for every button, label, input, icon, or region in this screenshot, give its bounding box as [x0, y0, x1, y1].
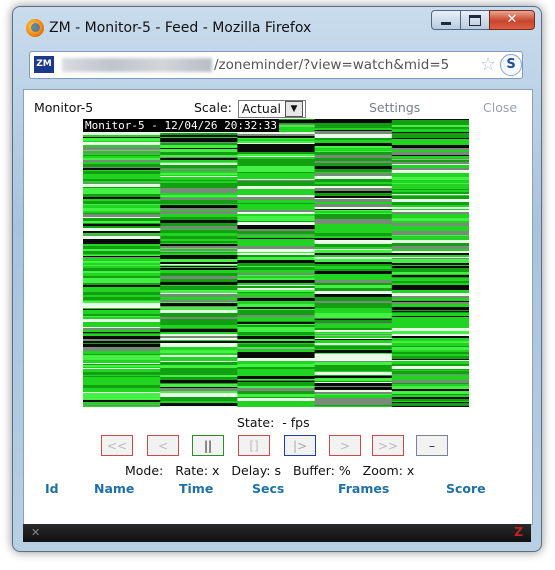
firefox-icon [26, 19, 44, 37]
step-forward-button[interactable]: > [329, 435, 361, 456]
events-header-id[interactable]: Id [45, 481, 59, 496]
events-header-time[interactable]: Time [179, 481, 213, 496]
close-icon: ✕ [506, 12, 518, 27]
mode-stat: Mode: [125, 463, 164, 478]
settings-link[interactable]: Settings [369, 100, 420, 115]
step-back-button[interactable]: < [147, 435, 179, 456]
events-header-score[interactable]: Score [446, 481, 486, 496]
minimize-button[interactable] [431, 10, 461, 30]
scale-select[interactable]: Actual ▼ [237, 100, 306, 118]
pause-button[interactable]: || [192, 435, 224, 456]
stop-button[interactable]: [] [238, 435, 270, 456]
blurred-host [62, 58, 212, 72]
events-header-frames[interactable]: Frames [338, 481, 389, 496]
maximize-button[interactable] [460, 10, 490, 30]
close-link[interactable]: Close [483, 100, 517, 115]
title-bar: ZM - Monitor-5 - Feed - Mozilla Firefox … [13, 7, 541, 43]
video-feed[interactable]: Monitor-5 - 12/04/26 20:32:33 [83, 119, 469, 407]
rate-stat: Rate: x [175, 463, 220, 478]
video-feed-image [83, 119, 469, 407]
events-header-name[interactable]: Name [94, 481, 134, 496]
stream-stats: Mode: Rate: x Delay: s Buffer: % Zoom: x [125, 463, 414, 478]
scale-label: Scale: [194, 100, 232, 115]
chevron-down-icon: ▼ [285, 101, 303, 117]
fast-rewind-button[interactable]: << [101, 435, 133, 456]
star-icon[interactable]: ☆ [480, 54, 496, 75]
scale-value: Actual [241, 101, 281, 116]
fast-forward-button[interactable]: >> [372, 435, 404, 456]
minimize-icon [441, 22, 451, 25]
maximize-icon [469, 15, 481, 26]
buffer-stat: Buffer: % [292, 463, 351, 478]
play-button[interactable]: |> [284, 435, 316, 456]
close-window-button[interactable]: ✕ [489, 10, 535, 30]
site-favicon: ZM [34, 56, 54, 73]
state-text: State: - fps [237, 415, 310, 430]
monitor-name: Monitor-5 [34, 100, 94, 115]
zoom-stat: Zoom: x [362, 463, 415, 478]
feed-timestamp-overlay: Monitor-5 - 12/04/26 20:32:33 [83, 119, 280, 132]
browser-window: ZM - Monitor-5 - Feed - Mozilla Firefox … [12, 6, 542, 552]
zoom-out-button[interactable]: – [416, 435, 448, 456]
window-title: ZM - Monitor-5 - Feed - Mozilla Firefox [49, 20, 312, 36]
scale-control: Scale: Actual ▼ [194, 99, 306, 118]
zotero-icon[interactable]: Z [514, 525, 523, 539]
window-controls: ✕ [431, 10, 535, 30]
events-header-secs[interactable]: Secs [252, 481, 284, 496]
address-bar[interactable]: ZM /zoneminder/?view=watch&mid=5 ☆ S [29, 51, 523, 79]
status-bar: ✕ Z [23, 524, 531, 542]
addon-button[interactable]: S [500, 54, 522, 76]
page-content: Monitor-5 Scale: Actual ▼ Settings Close … [23, 89, 533, 525]
close-icon[interactable]: ✕ [31, 526, 40, 539]
delay-stat: Delay: s [231, 463, 282, 478]
url-text[interactable]: /zoneminder/?view=watch&mid=5 [214, 57, 449, 73]
